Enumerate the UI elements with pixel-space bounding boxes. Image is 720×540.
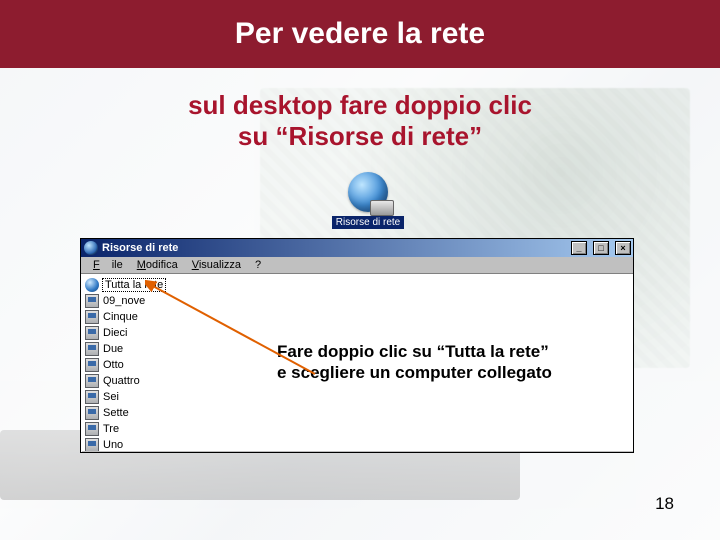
callout-line-2: e scegliere un computer collegato <box>277 362 552 383</box>
computer-icon <box>85 406 99 420</box>
list-item-label: Sette <box>103 407 129 419</box>
computer-icon <box>85 422 99 436</box>
list-item[interactable]: Quattro <box>85 373 146 389</box>
callout-line-1: Fare doppio clic su “Tutta la rete” <box>277 341 552 362</box>
slide-title: Per vedere la rete <box>235 17 485 51</box>
list-item[interactable]: Sei <box>85 389 125 405</box>
list-item[interactable]: Uno <box>85 437 129 451</box>
list-item-label: Sei <box>103 391 119 403</box>
list-item-tutta-la-rete[interactable]: Tutta la rete <box>85 277 171 293</box>
slide-title-bar: Per vedere la rete <box>0 0 720 68</box>
computer-icon <box>85 374 99 388</box>
menu-help[interactable]: ? <box>249 258 267 272</box>
list-item-label: Uno <box>103 439 123 451</box>
callout-text: Fare doppio clic su “Tutta la rete” e sc… <box>277 341 552 384</box>
computer-icon <box>85 310 99 324</box>
list-item-label: Tutta la rete <box>103 279 165 291</box>
network-globe-icon <box>84 241 98 255</box>
menu-file[interactable]: File <box>87 258 129 272</box>
desktop-icon-risorse-di-rete[interactable]: Risorse di rete <box>332 172 404 229</box>
list-item[interactable]: 09_nove <box>85 293 151 309</box>
window-content: Tutta la rete 09_nove Cinque Dieci Due O… <box>81 274 633 451</box>
menu-visualizza[interactable]: Visualizza <box>186 258 247 272</box>
list-item[interactable]: Dieci <box>85 325 133 341</box>
list-item-label: Otto <box>103 359 124 371</box>
close-button[interactable]: × <box>615 241 631 255</box>
list-item-label: 09_nove <box>103 295 145 307</box>
minimize-button[interactable]: _ <box>571 241 587 255</box>
list-item[interactable]: Tre <box>85 421 125 437</box>
subtitle-line-1: sul desktop fare doppio clic <box>0 90 720 121</box>
maximize-button[interactable]: □ <box>593 241 609 255</box>
computer-icon <box>85 326 99 340</box>
window-titlebar: Risorse di rete _ □ × <box>81 239 633 257</box>
list-item-label: Cinque <box>103 311 138 323</box>
list-item-label: Due <box>103 343 123 355</box>
network-globe-icon <box>85 278 99 292</box>
computer-icon <box>85 358 99 372</box>
list-item[interactable]: Sette <box>85 405 135 421</box>
list-item-label: Quattro <box>103 375 140 387</box>
list-item[interactable]: Cinque <box>85 309 144 325</box>
computer-icon <box>85 390 99 404</box>
slide-subtitle: sul desktop fare doppio clic su “Risorse… <box>0 90 720 152</box>
subtitle-line-2: su “Risorse di rete” <box>0 121 720 152</box>
network-globe-icon <box>348 172 388 212</box>
computer-icon <box>85 342 99 356</box>
menu-bar: File Modifica Visualizza ? <box>81 257 633 274</box>
list-item[interactable]: Otto <box>85 357 130 373</box>
list-item-label: Dieci <box>103 327 127 339</box>
list-item-label: Tre <box>103 423 119 435</box>
explorer-window: Risorse di rete _ □ × File Modifica Visu… <box>80 238 634 453</box>
menu-modifica[interactable]: Modifica <box>131 258 184 272</box>
window-title: Risorse di rete <box>102 242 178 254</box>
page-number: 18 <box>655 494 674 514</box>
computer-icon <box>85 294 99 308</box>
list-item[interactable]: Due <box>85 341 129 357</box>
computer-icon <box>85 438 99 451</box>
desktop-icon-label: Risorse di rete <box>332 216 404 229</box>
